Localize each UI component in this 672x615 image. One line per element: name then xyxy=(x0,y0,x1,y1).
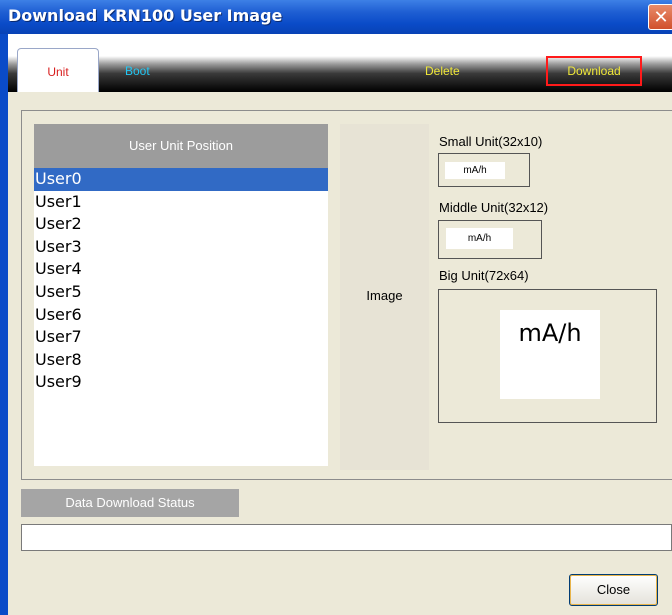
list-item-user1[interactable]: User1 xyxy=(34,191,328,214)
list-item-user0[interactable]: User0 xyxy=(34,168,328,191)
list-item-user4[interactable]: User4 xyxy=(34,258,328,281)
tab-delete[interactable]: Delete xyxy=(425,64,460,78)
tab-bar: Unit Boot Delete Download xyxy=(8,34,672,92)
tab-unit[interactable]: Unit xyxy=(17,48,99,92)
middle-unit-preview: mA/h xyxy=(446,228,513,249)
small-unit-preview: mA/h xyxy=(445,162,505,179)
middle-unit-label: Middle Unit(32x12) xyxy=(439,200,549,215)
close-icon[interactable]: ✕ xyxy=(648,4,672,30)
user-unit-position-header: User Unit Position xyxy=(34,124,328,168)
data-download-status-label: Data Download Status xyxy=(21,489,239,517)
list-item-user5[interactable]: User5 xyxy=(34,281,328,304)
list-item-user8[interactable]: User8 xyxy=(34,349,328,372)
dialog-window: Download KRN100 User Image ✕ Unit Boot D… xyxy=(0,0,672,615)
window-title: Download KRN100 User Image xyxy=(8,6,283,25)
list-item-user7[interactable]: User7 xyxy=(34,326,328,349)
tab-boot[interactable]: Boot xyxy=(125,64,150,78)
list-item-user6[interactable]: User6 xyxy=(34,304,328,327)
image-column: Image xyxy=(340,124,429,470)
tab-download[interactable]: Download xyxy=(546,56,642,86)
list-item-user3[interactable]: User3 xyxy=(34,236,328,259)
list-item-user9[interactable]: User9 xyxy=(34,371,328,394)
image-label: Image xyxy=(366,288,403,303)
window-border xyxy=(0,34,8,615)
list-item-user2[interactable]: User2 xyxy=(34,213,328,236)
big-unit-label: Big Unit(72x64) xyxy=(439,268,529,283)
small-unit-label: Small Unit(32x10) xyxy=(439,134,543,149)
big-unit-preview: mA/h xyxy=(500,310,600,399)
close-button[interactable]: Close xyxy=(569,574,658,606)
user-list[interactable]: User0 User1 User2 User3 User4 User5 User… xyxy=(34,168,328,466)
title-bar: Download KRN100 User Image ✕ xyxy=(0,0,672,34)
download-progress-bar xyxy=(21,524,672,551)
